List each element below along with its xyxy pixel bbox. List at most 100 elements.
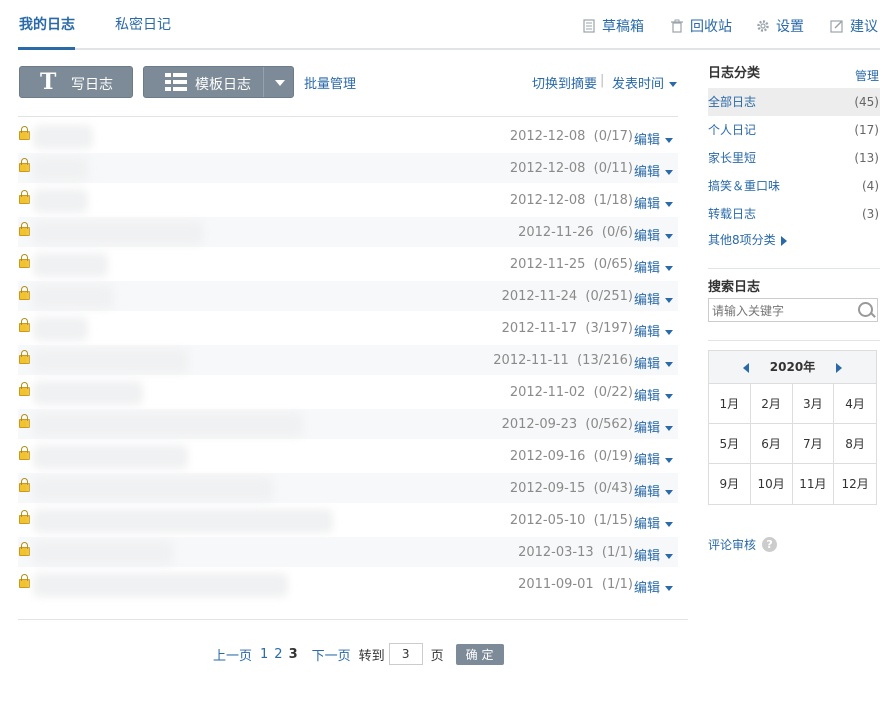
entry-title-blurred[interactable] [33,509,333,533]
sort-by-time-dropdown[interactable]: 发表时间 [612,73,678,92]
entry-date-counts: 2012-09-16 (0/19) [510,449,633,464]
page-link-1[interactable]: 1 [260,647,268,662]
recycle-bin-link[interactable]: 回收站 [670,16,732,36]
month-cell[interactable]: 2月 [750,384,793,424]
entry-date-counts: 2012-03-13 (1/1) [518,545,633,560]
search-icon[interactable] [858,302,873,317]
chevron-down-icon [665,426,673,431]
month-cell[interactable]: 12月 [834,464,876,504]
switch-to-summary-link[interactable]: 切换到摘要 [532,73,597,92]
category-item[interactable]: 全部日志 (45) [708,88,880,116]
lock-icon [19,190,30,204]
entry-title-blurred[interactable] [33,413,303,437]
next-page-link[interactable]: 下一页 [312,645,351,664]
suggestion-link[interactable]: 建议 [830,16,878,36]
entry-title-blurred[interactable] [33,125,93,149]
month-cell[interactable]: 3月 [792,384,835,424]
entry-date: 2011-09-01 [518,577,594,592]
entry-date-counts: 2012-05-10 (1/15) [510,513,633,528]
edit-dropdown[interactable]: 编辑 [634,257,673,276]
category-item[interactable]: 个人日记 (17) [708,116,880,144]
edit-dropdown[interactable]: 编辑 [634,161,673,180]
month-cell[interactable]: 7月 [792,424,835,464]
chevron-down-icon [665,298,673,303]
more-categories-link[interactable]: 其他8项分类 [708,228,880,252]
edit-dropdown[interactable]: 编辑 [634,321,673,340]
edit-dropdown[interactable]: 编辑 [634,225,673,244]
prev-page-link[interactable]: 上一页 [213,645,252,664]
page-link-2[interactable]: 2 [274,647,282,662]
edit-dropdown[interactable]: 编辑 [634,129,673,148]
settings-link[interactable]: 设置 [756,16,804,36]
edit-dropdown[interactable]: 编辑 [634,193,673,212]
edit-dropdown[interactable]: 编辑 [634,385,673,404]
month-cell[interactable]: 9月 [709,464,751,504]
comment-review-link[interactable]: 评论审核 ? [708,536,778,553]
month-cell[interactable]: 11月 [793,464,835,504]
diary-list: 2012-12-08 (0/17) 编辑 2012-12-08 (0/11) 编辑 20… [18,121,678,601]
template-diary-button[interactable]: 模板日志 [143,66,294,98]
entry-date-counts: 2012-11-26 (0/6) [518,225,633,240]
month-cell[interactable]: 4月 [834,384,876,424]
edit-dropdown[interactable]: 编辑 [634,417,673,436]
category-item[interactable]: 转载日志 (3) [708,200,880,228]
entry-counts: (0/562) [585,417,633,432]
entry-title-blurred[interactable] [33,477,273,501]
drafts-label: 草稿箱 [602,19,644,35]
month-grid: 1月 2月 3月 4月 5月 6月 7月 8月 9月 10月 11月 12月 [709,384,876,504]
edit-dropdown[interactable]: 编辑 [634,481,673,500]
drafts-link[interactable]: 草稿箱 [582,16,644,36]
next-year-icon[interactable] [836,363,842,373]
batch-manage-link[interactable]: 批量管理 [304,73,356,92]
month-cell[interactable]: 1月 [709,384,751,424]
entry-title-blurred[interactable] [33,157,88,181]
goto-page-input[interactable] [388,643,423,665]
entry-title-blurred[interactable] [33,541,173,565]
template-dropdown-caret[interactable] [275,80,285,86]
edit-dropdown[interactable]: 编辑 [634,289,673,308]
entry-title-blurred[interactable] [33,349,188,373]
chevron-down-icon [665,138,673,143]
month-cell[interactable]: 5月 [709,424,751,464]
table-row: 2012-09-16 (0/19) 编辑 [18,441,678,473]
category-item[interactable]: 搞笑＆重口味 (4) [708,172,880,200]
entry-counts: (1/1) [601,545,633,560]
entry-title-blurred[interactable] [33,221,203,245]
chevron-down-icon [665,522,673,527]
entry-title-blurred[interactable] [33,189,88,213]
edit-label: 编辑 [633,325,660,340]
comment-review-label: 评论审核 [708,538,757,552]
entry-title-blurred[interactable] [33,285,113,309]
lock-icon [19,478,30,492]
category-label: 搞笑＆重口味 [708,179,781,193]
month-cell[interactable]: 6月 [750,424,793,464]
confirm-button[interactable]: 确 定 [455,643,504,665]
category-item[interactable]: 家长里短 (13) [708,144,880,172]
help-icon[interactable]: ? [762,537,778,552]
tab-private-diary[interactable]: 私密日记 [115,14,171,34]
write-diary-button[interactable]: T 写日志 [19,66,133,98]
search-input[interactable] [709,299,854,323]
entry-counts: (0/11) [593,161,633,176]
entry-title-blurred[interactable] [33,253,108,277]
active-tab-indicator [18,47,75,50]
edit-dropdown[interactable]: 编辑 [634,513,673,532]
edit-label: 编辑 [633,485,660,500]
month-cell[interactable]: 8月 [834,424,876,464]
table-row: 2012-11-24 (0/251) 编辑 [18,281,678,313]
entry-title-blurred[interactable] [33,445,188,469]
edit-dropdown[interactable]: 编辑 [634,577,673,596]
tab-my-diary[interactable]: 我的日志 [19,14,75,34]
edit-dropdown[interactable]: 编辑 [634,449,673,468]
entry-title-blurred[interactable] [33,381,143,405]
entry-title-blurred[interactable] [33,573,288,597]
manage-categories-link[interactable]: 管理 [855,67,879,84]
edit-dropdown[interactable]: 编辑 [634,545,673,564]
edit-dropdown[interactable]: 编辑 [634,353,673,372]
prev-year-icon[interactable] [743,363,749,373]
entry-title-blurred[interactable] [33,317,88,341]
month-cell[interactable]: 10月 [751,464,793,504]
entry-date: 2012-11-26 [518,225,594,240]
suggestion-label: 建议 [850,19,878,35]
table-row: 2012-09-23 (0/562) 编辑 [18,409,678,441]
